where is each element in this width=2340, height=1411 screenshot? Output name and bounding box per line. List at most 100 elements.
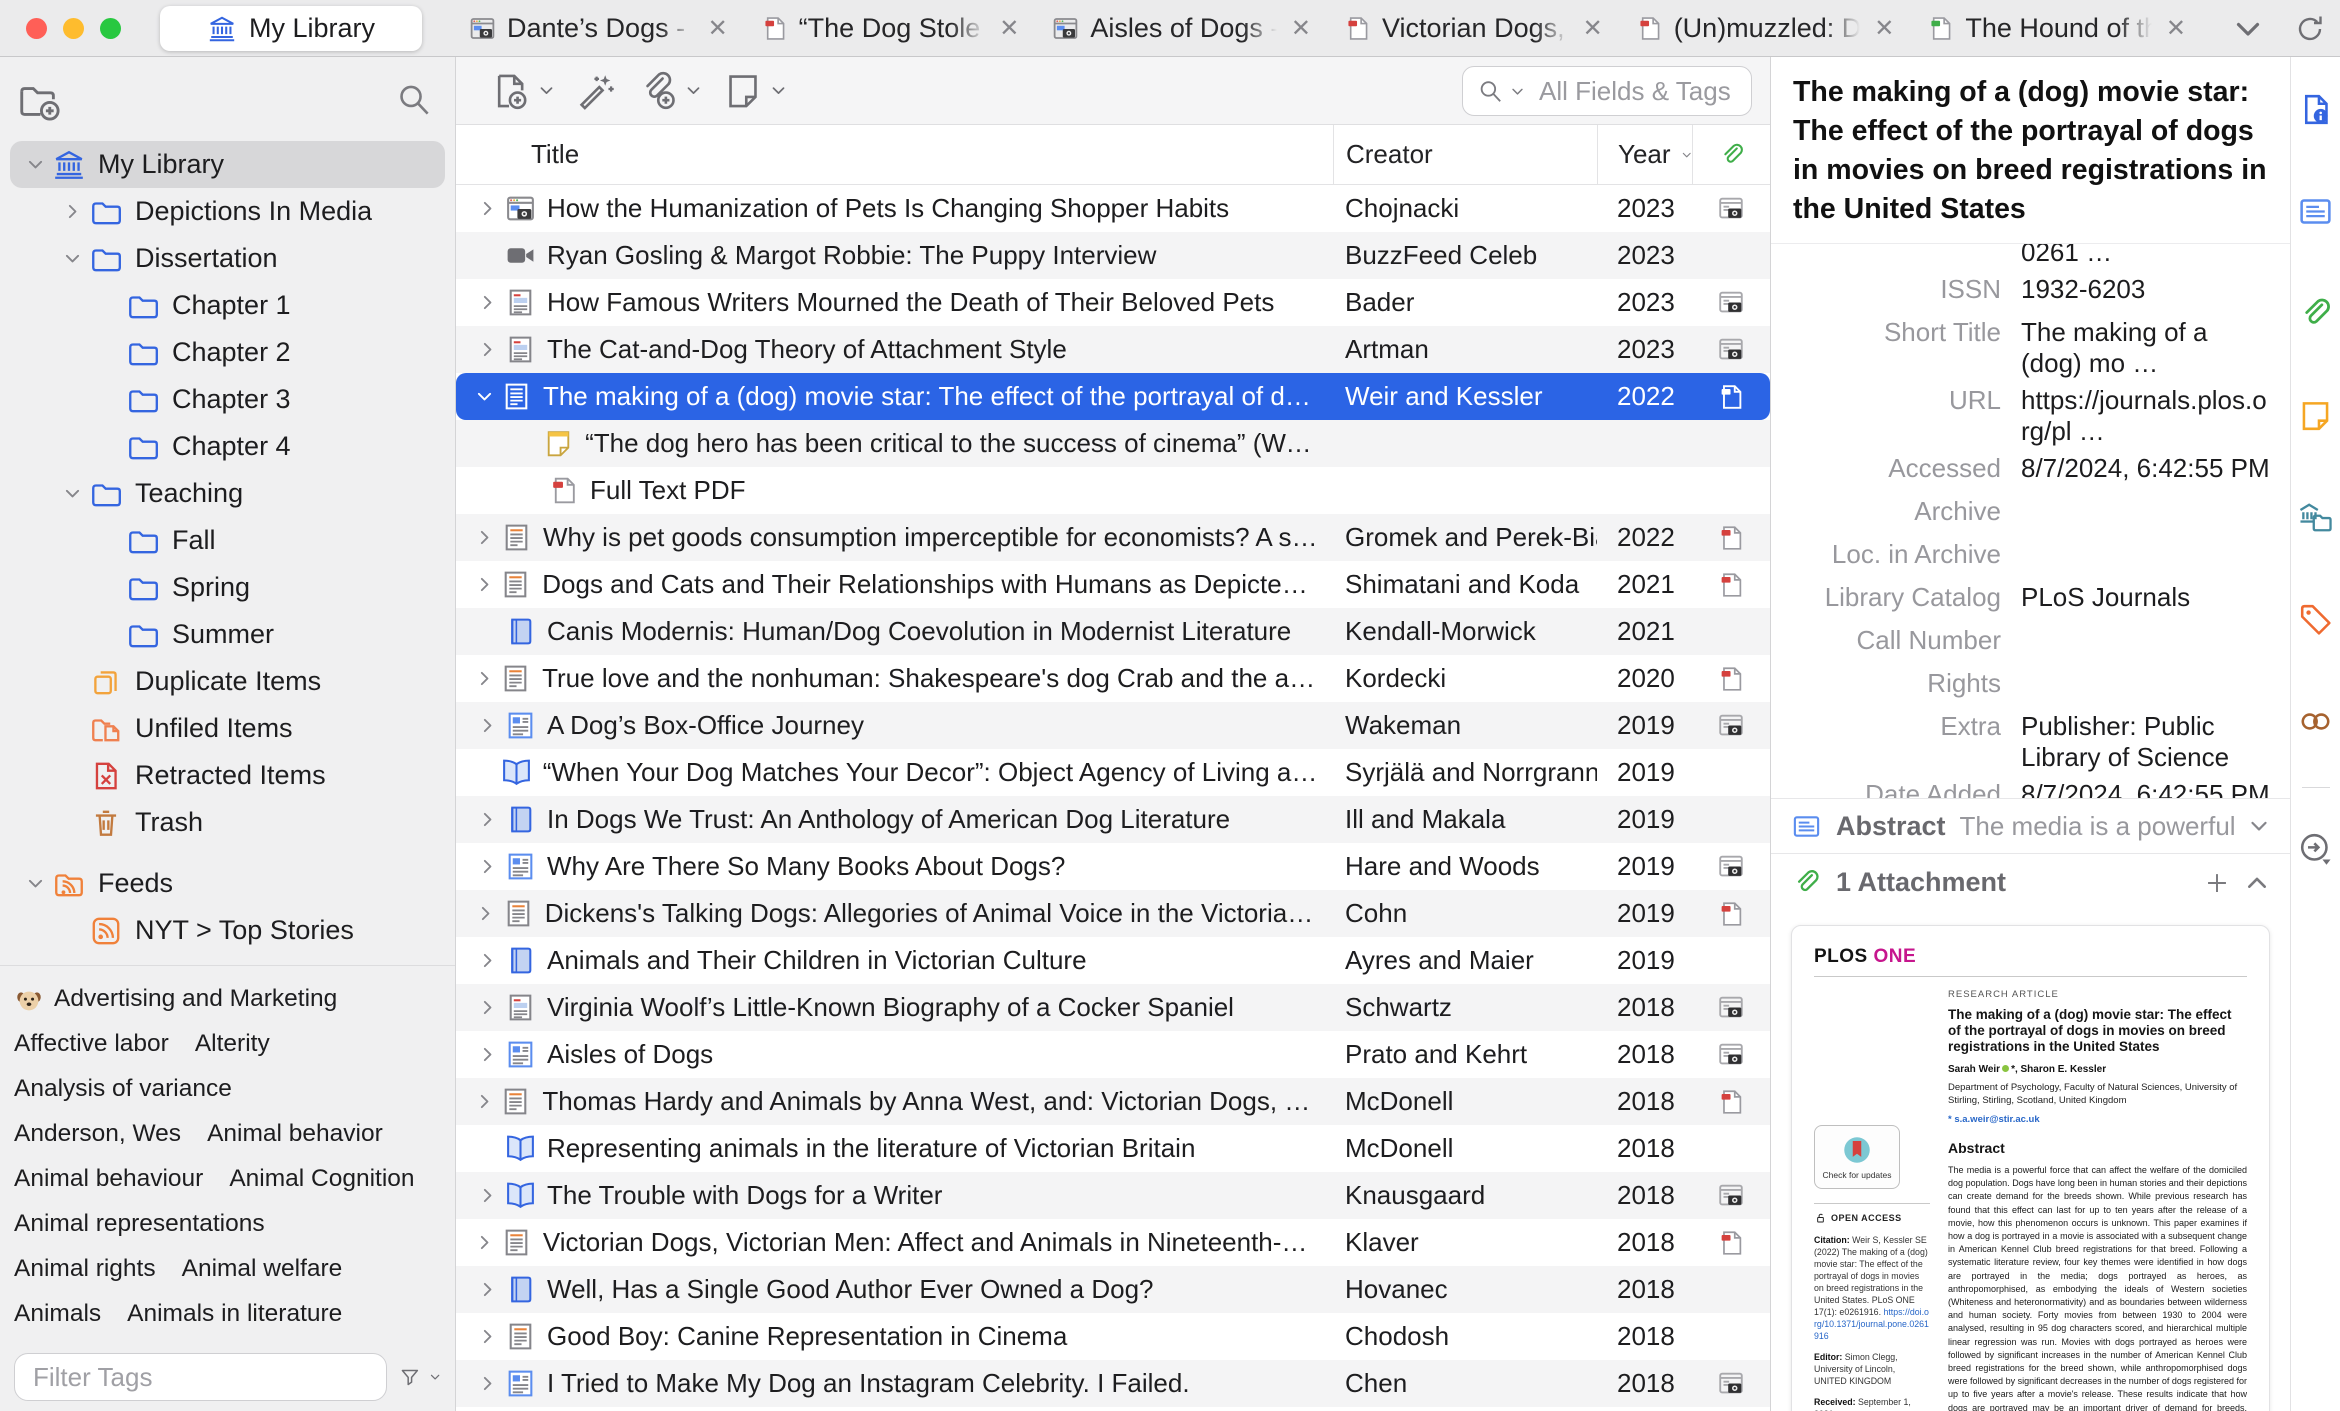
list-item-row[interactable]: How the Humanization of Pets Is Changing…: [456, 185, 1770, 232]
tags-pane-button[interactable]: [2297, 601, 2334, 643]
field-value[interactable]: [2021, 533, 2274, 539]
tab[interactable]: Victorian Dogs, Victo ✕: [1325, 0, 1617, 57]
minimize-window-button[interactable]: [63, 18, 84, 39]
close-tab-icon[interactable]: ✕: [1870, 14, 1898, 43]
tag[interactable]: Anderson, Wes: [14, 1111, 181, 1156]
twisty-icon[interactable]: [470, 387, 500, 406]
related-pane-button[interactable]: [2297, 703, 2334, 745]
sidebar-item[interactable]: My Library: [10, 141, 445, 188]
sidebar-item[interactable]: Trash: [10, 799, 445, 846]
collection-search-icon[interactable]: [395, 81, 433, 119]
twisty-icon[interactable]: [470, 1280, 504, 1299]
list-item-row[interactable]: “The dog hero has been critical to the s…: [456, 420, 1770, 467]
tag-filter-icon[interactable]: [399, 1361, 421, 1393]
list-item-row[interactable]: The making of a (dog) movie star: The ef…: [456, 373, 1770, 420]
column-header-creator[interactable]: Creator: [1333, 125, 1597, 184]
sidebar-item[interactable]: Chapter 1: [10, 282, 445, 329]
list-item-row[interactable]: Dickens's Talking Dogs: Allegories of An…: [456, 890, 1770, 937]
twisty-icon[interactable]: [470, 810, 504, 829]
field-value[interactable]: 8/7/2024, 6:42:55 PM: [2021, 447, 2274, 484]
tag[interactable]: Affective labor: [14, 1021, 169, 1066]
tab[interactable]: Dante’s Dogs - Mang ✕: [450, 0, 742, 57]
twisty-icon[interactable]: [470, 857, 504, 876]
filter-tags-input[interactable]: [14, 1353, 387, 1401]
abstract-section-header[interactable]: Abstract The media is a powerful forc…: [1771, 798, 2290, 853]
tag[interactable]: Advertising and Marketing: [14, 976, 337, 1021]
twisty-icon[interactable]: [470, 1327, 504, 1346]
notes-pane-button[interactable]: [2297, 397, 2334, 439]
list-item-row[interactable]: True love and the nonhuman: Shakespeare'…: [456, 655, 1770, 702]
list-item-row[interactable]: “When Your Dog Matches Your Decor”: Obje…: [456, 749, 1770, 796]
list-item-row[interactable]: Aisles of Dogs Prato and Kehrt 2018: [456, 1031, 1770, 1078]
field-value[interactable]: [2021, 490, 2274, 496]
chevron-down-icon[interactable]: [429, 1368, 441, 1386]
field-value[interactable]: 1932-6203: [2021, 268, 2274, 305]
item-title-header[interactable]: The making of a (dog) movie star: The ef…: [1771, 57, 2290, 244]
twisty-icon[interactable]: [18, 155, 52, 174]
libraries-collections-pane-button[interactable]: [2297, 499, 2334, 541]
sync-icon[interactable]: [2294, 13, 2326, 45]
add-attachment-button[interactable]: [637, 70, 702, 112]
new-item-button[interactable]: [490, 70, 555, 112]
field-value[interactable]: Publisher: Public Library of Science: [2021, 705, 2274, 773]
tag[interactable]: Animal behavior: [207, 1111, 383, 1156]
sidebar-item[interactable]: Summer: [10, 611, 445, 658]
tag[interactable]: Animal rights: [14, 1246, 156, 1291]
close-tab-icon[interactable]: ✕: [1579, 14, 1607, 43]
field-value[interactable]: The making of a (dog) mo …: [2021, 311, 2274, 379]
tag[interactable]: Animated Films: [14, 1336, 183, 1345]
list-item-row[interactable]: Canis Modernis: Human/Dog Coevolution in…: [456, 608, 1770, 655]
tag[interactable]: anthropomorphism: [209, 1336, 413, 1345]
twisty-icon[interactable]: [470, 951, 504, 970]
twisty-icon[interactable]: [470, 1374, 504, 1393]
pdf-preview[interactable]: PLOS ONE Check for updates OPEN ACCESS C…: [1791, 925, 2270, 1411]
info-pane-button[interactable]: [2297, 91, 2334, 133]
sidebar-item[interactable]: Spring: [10, 564, 445, 611]
column-header-title[interactable]: Title: [456, 125, 1333, 184]
tab[interactable]: “The Dog Stole the P ✕: [742, 0, 1034, 57]
list-item-row[interactable]: Virginia Woolf’s Little-Known Biography …: [456, 984, 1770, 1031]
sidebar-item[interactable]: Feeds: [10, 860, 445, 907]
list-item-row[interactable]: Well, Has a Single Good Author Ever Owne…: [456, 1266, 1770, 1313]
field-value[interactable]: PLoS Journals: [2021, 576, 2274, 613]
twisty-icon[interactable]: [470, 1092, 499, 1111]
twisty-icon[interactable]: [18, 874, 52, 893]
close-tab-icon[interactable]: ✕: [995, 14, 1023, 43]
twisty-icon[interactable]: [470, 669, 499, 688]
twisty-icon[interactable]: [470, 575, 499, 594]
tab-my-library[interactable]: My Library: [160, 6, 422, 51]
list-item-row[interactable]: Representing animals in the literature o…: [456, 1125, 1770, 1172]
field-value[interactable]: [2021, 662, 2274, 668]
abstract-pane-button[interactable]: [2297, 193, 2334, 235]
new-note-button[interactable]: [722, 70, 787, 112]
list-item-row[interactable]: Victorian Dogs, Victorian Men: Affect an…: [456, 1219, 1770, 1266]
sidebar-item[interactable]: NYT > Top Stories: [10, 907, 445, 954]
close-window-button[interactable]: [26, 18, 47, 39]
sidebar-item[interactable]: Unfiled Items: [10, 705, 445, 752]
new-collection-button[interactable]: [16, 77, 62, 123]
close-tab-icon[interactable]: ✕: [704, 14, 732, 43]
tab[interactable]: (Un)muzzled: Dogs i ✕: [1617, 0, 1909, 57]
list-item-row[interactable]: The Cat-and-Dog Theory of Attachment Sty…: [456, 326, 1770, 373]
twisty-icon[interactable]: [55, 249, 89, 268]
list-item-row[interactable]: Ryan Gosling & Margot Robbie: The Puppy …: [456, 232, 1770, 279]
list-item-row[interactable]: The Trouble with Dogs for a Writer Knaus…: [456, 1172, 1770, 1219]
twisty-icon[interactable]: [470, 528, 500, 547]
close-tab-icon[interactable]: ✕: [2162, 14, 2190, 43]
sidebar-item[interactable]: Depictions In Media: [10, 188, 445, 235]
twisty-icon[interactable]: [470, 904, 502, 923]
sidebar-item[interactable]: Retracted Items: [10, 752, 445, 799]
list-item-row[interactable]: Dogs and Cats and Their Relationships wi…: [456, 561, 1770, 608]
sidebar-item[interactable]: Chapter 4: [10, 423, 445, 470]
tag[interactable]: Animals in literature: [127, 1291, 342, 1336]
tag[interactable]: Animal representations: [14, 1201, 265, 1246]
attachments-pane-button[interactable]: [2297, 295, 2334, 337]
twisty-icon[interactable]: [55, 484, 89, 503]
twisty-icon[interactable]: [470, 1045, 504, 1064]
collapse-section-icon[interactable]: [2244, 870, 2270, 896]
search-input[interactable]: [1539, 75, 1737, 107]
search-icon[interactable]: [1477, 78, 1504, 105]
sidebar-item[interactable]: Chapter 2: [10, 329, 445, 376]
list-item-row[interactable]: Why Are There So Many Books About Dogs? …: [456, 843, 1770, 890]
list-item-row[interactable]: Thomas Hardy and Animals by Anna West, a…: [456, 1078, 1770, 1125]
